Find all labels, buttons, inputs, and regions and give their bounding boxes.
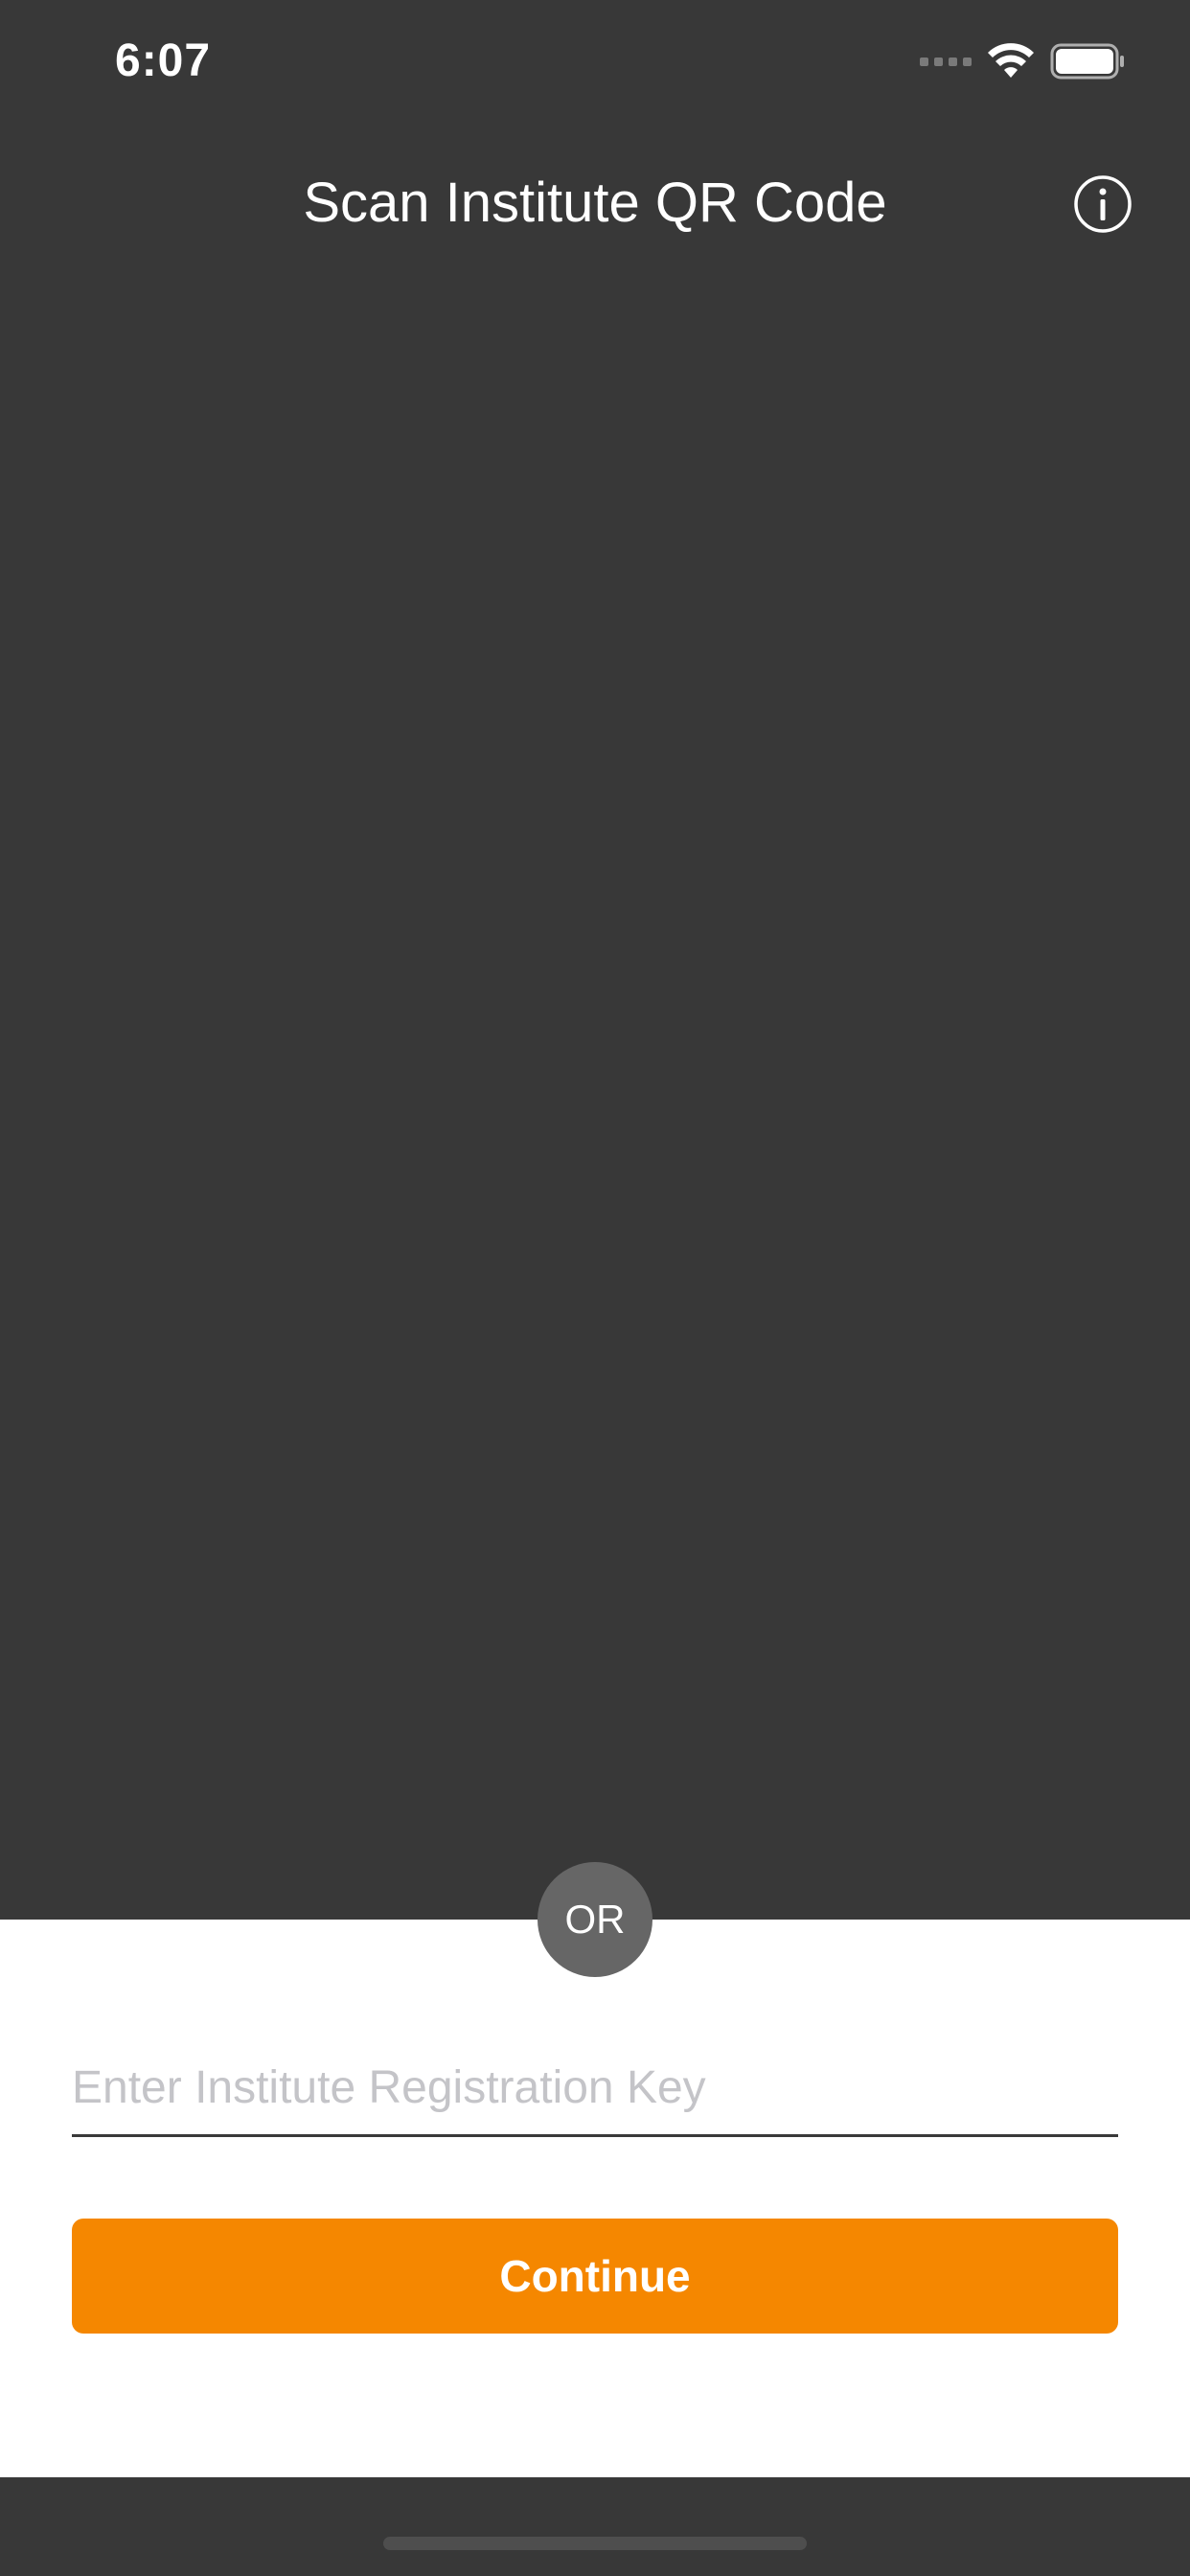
continue-button[interactable]: Continue xyxy=(72,2219,1118,2334)
status-bar: 6:07 xyxy=(0,0,1190,126)
bottom-safe-area xyxy=(0,2477,1190,2576)
battery-icon xyxy=(1050,43,1124,80)
status-icons xyxy=(920,42,1127,80)
cellular-signal-icon xyxy=(920,57,972,66)
registration-panel xyxy=(0,1920,1190,2477)
registration-key-input[interactable] xyxy=(72,2041,1118,2137)
info-icon xyxy=(1074,175,1132,233)
or-divider-badge: OR xyxy=(538,1862,652,1977)
qr-scanner-viewport[interactable] xyxy=(0,259,1190,1920)
status-time: 6:07 xyxy=(115,35,212,86)
navigation-header: Scan Institute QR Code xyxy=(0,153,1190,259)
wifi-icon xyxy=(988,43,1034,78)
home-indicator[interactable] xyxy=(383,2537,807,2550)
page-title: Scan Institute QR Code xyxy=(303,172,887,234)
info-button[interactable] xyxy=(1073,174,1133,234)
